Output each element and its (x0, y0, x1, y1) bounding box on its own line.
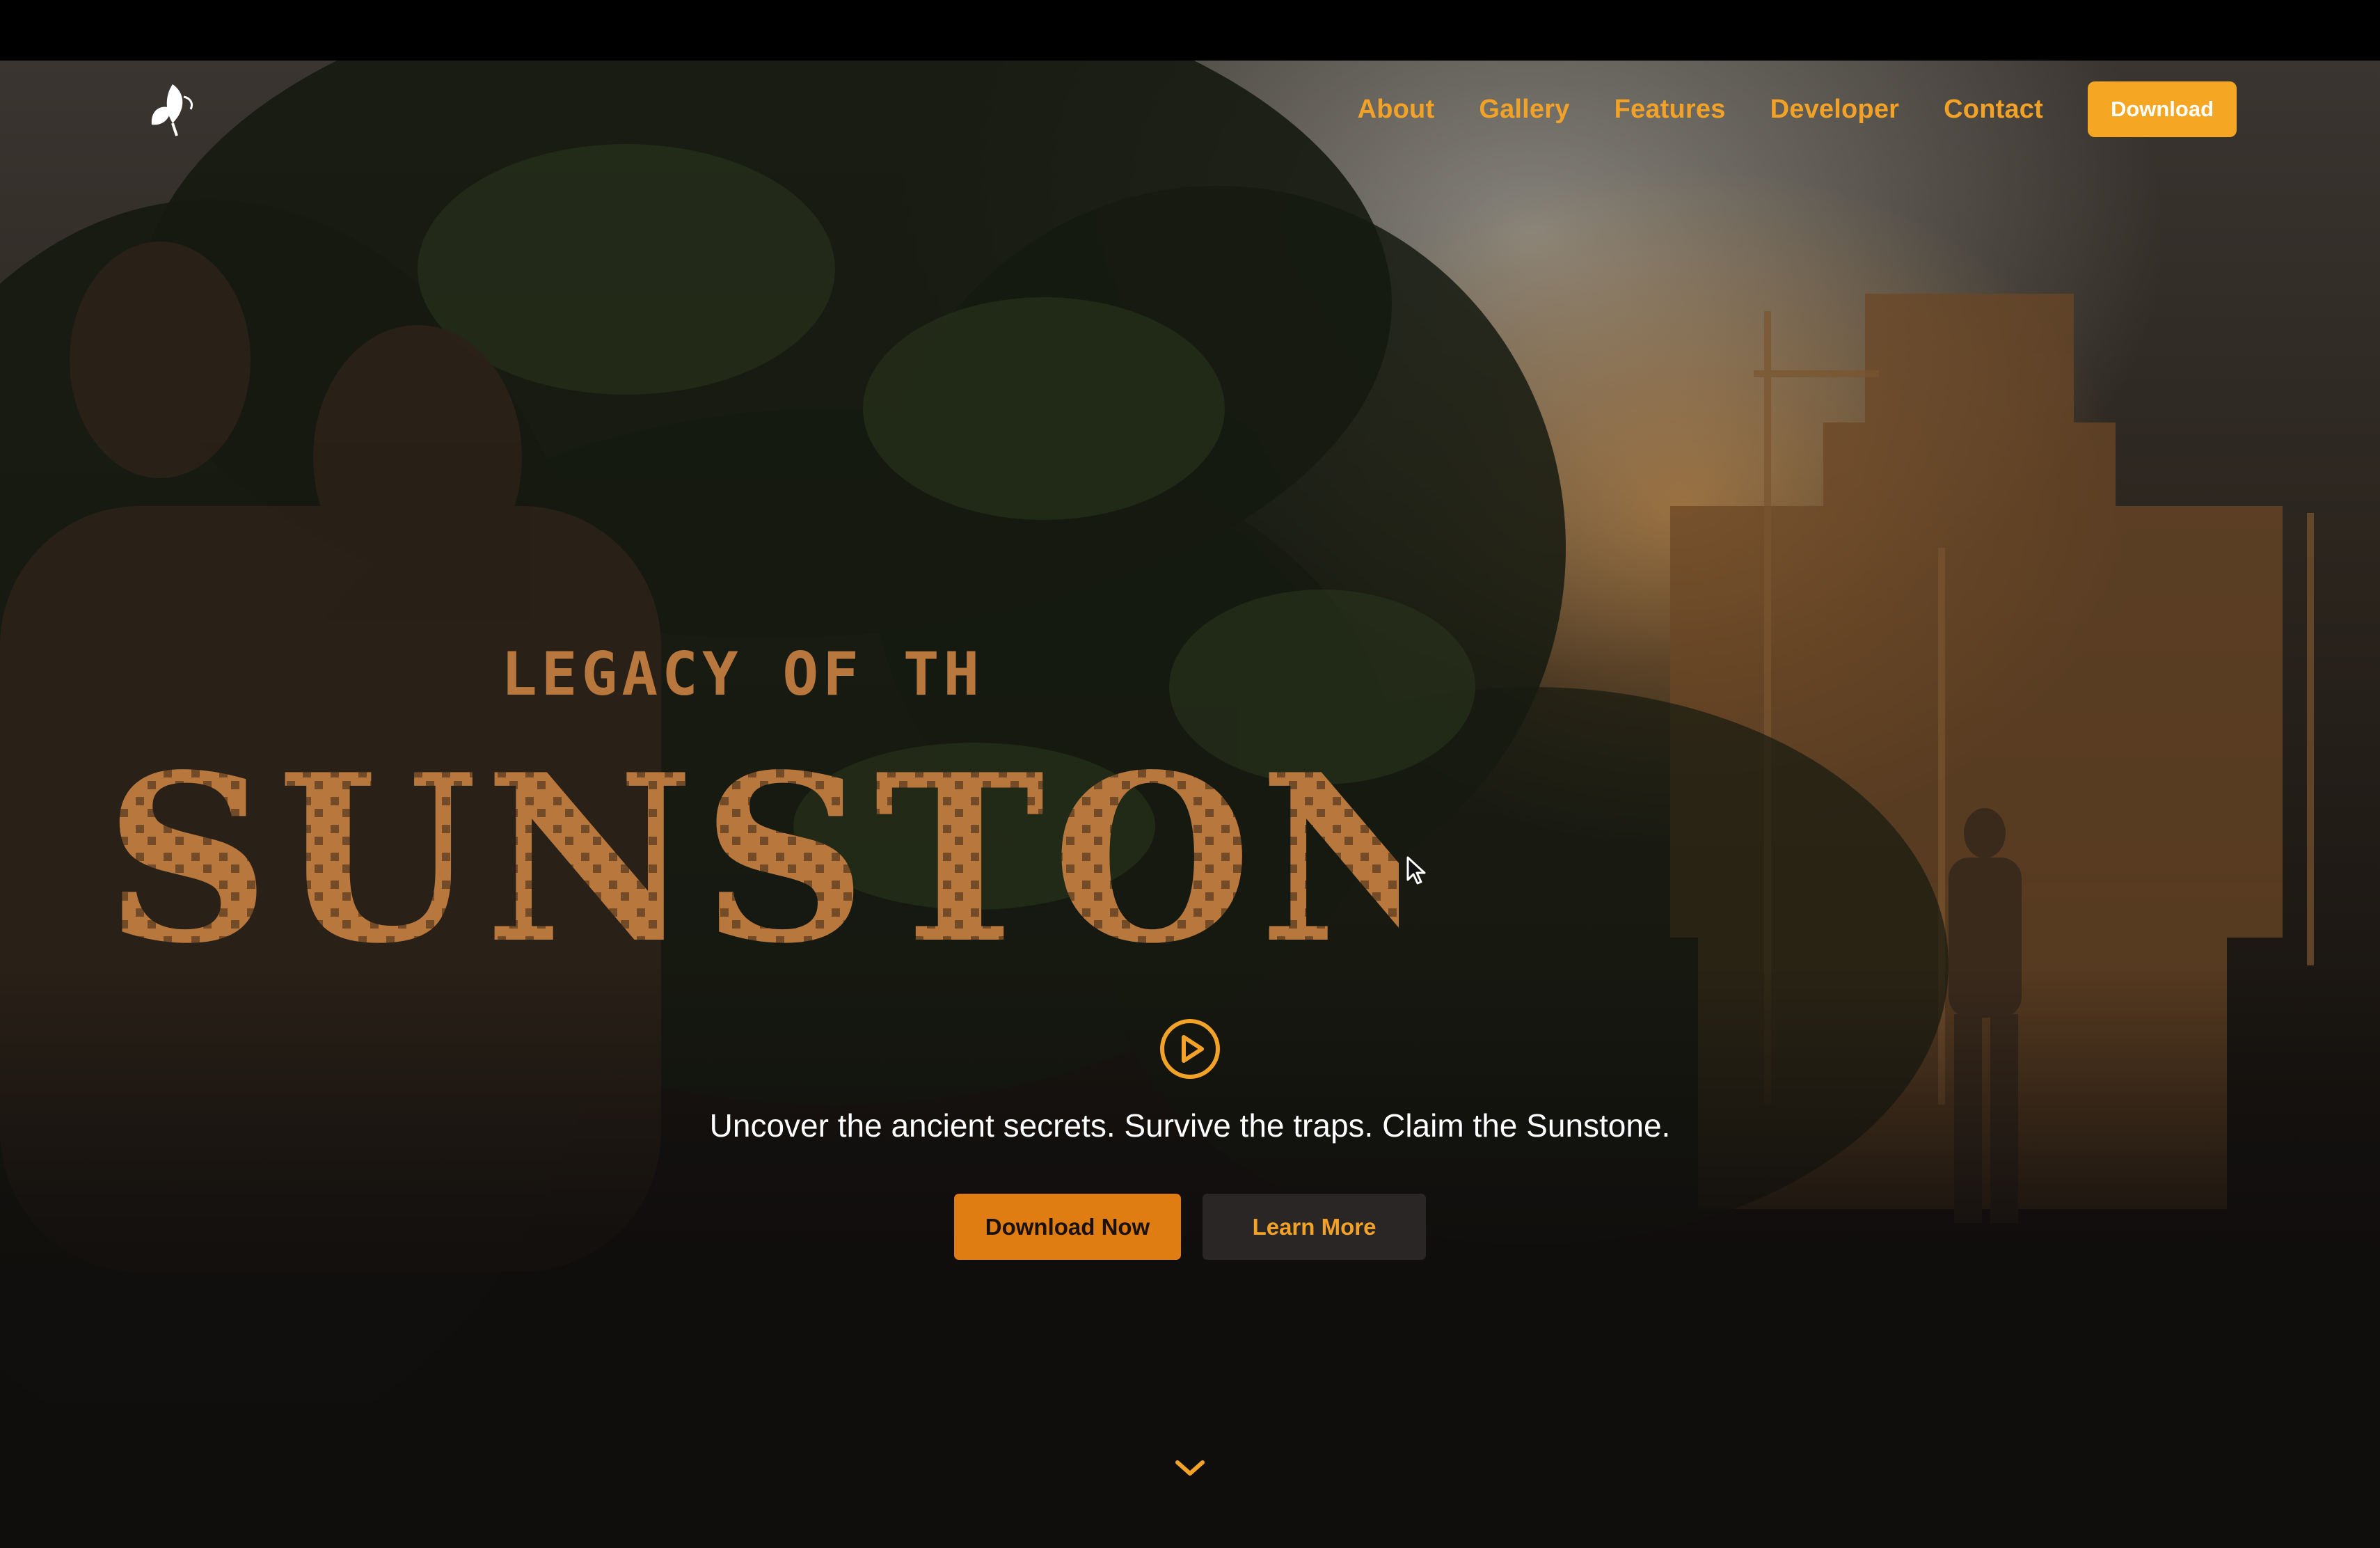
nav-link-developer[interactable]: Developer (1770, 95, 1900, 125)
svg-text:LEGACY OF THE: LEGACY OF THE (501, 640, 988, 709)
download-now-button[interactable]: Download Now (954, 1194, 1181, 1260)
nav-link-gallery[interactable]: Gallery (1479, 95, 1569, 125)
chevron-down-icon[interactable] (1173, 1458, 1207, 1479)
title-sunstone: SUNSTONE (104, 738, 1399, 968)
nav-download-button[interactable]: Download (2088, 81, 2237, 137)
nav-link-contact[interactable]: Contact (1944, 95, 2043, 125)
title-legacy-of-the: LEGACY OF THE (501, 640, 988, 709)
top-navigation: About Gallery Features Developer Contact… (0, 61, 2380, 158)
nav-links: About Gallery Features Developer Contact… (1313, 81, 2237, 137)
hero-tagline: Uncover the ancient secrets. Survive the… (709, 1107, 1671, 1144)
nav-link-about[interactable]: About (1358, 95, 1435, 125)
nav-link-features[interactable]: Features (1615, 95, 1726, 125)
page: About Gallery Features Developer Contact… (0, 0, 2380, 1548)
leaf-logo-icon[interactable] (145, 80, 198, 137)
learn-more-button[interactable]: Learn More (1203, 1194, 1426, 1260)
mouse-cursor-icon (1406, 856, 1426, 885)
svg-text:SUNSTONE: SUNSTONE (104, 738, 1399, 968)
window-top-bar (0, 0, 2380, 61)
play-circle-icon[interactable] (1159, 1018, 1221, 1080)
